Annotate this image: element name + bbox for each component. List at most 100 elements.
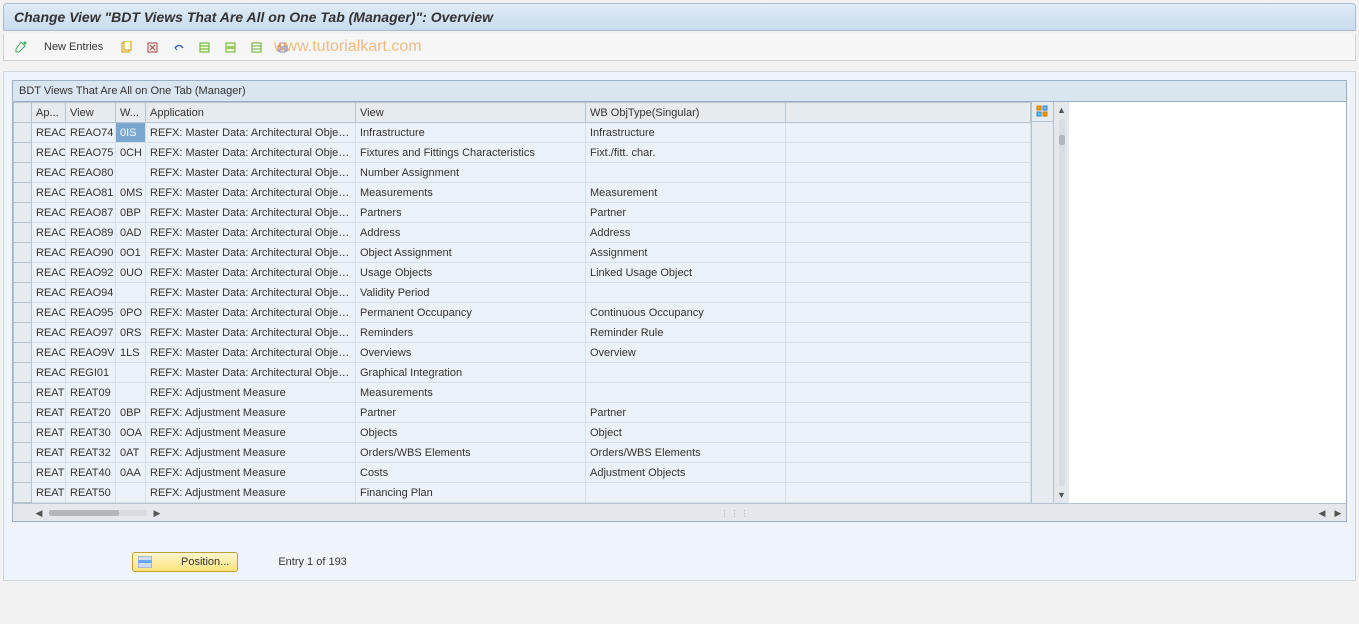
cell-view[interactable]: REGI01 (66, 363, 116, 383)
cell-vw[interactable]: Usage Objects (356, 263, 586, 283)
undo-icon[interactable] (169, 38, 187, 56)
cell-application[interactable]: REFX: Master Data: Architectural Obje… (146, 163, 356, 183)
cell-vw[interactable]: Graphical Integration (356, 363, 586, 383)
cell-application[interactable]: REFX: Adjustment Measure (146, 423, 356, 443)
cell-obj[interactable]: Reminder Rule (586, 323, 786, 343)
cell-ap[interactable]: REAO (32, 243, 66, 263)
hscroll-left-l-icon[interactable]: ◀ (32, 506, 46, 520)
cell-ap[interactable]: REAO (32, 203, 66, 223)
col-view[interactable]: View (66, 103, 116, 123)
cell-ap[interactable]: REAT (32, 383, 66, 403)
cell-ap[interactable]: REAT (32, 443, 66, 463)
cell-application[interactable]: REFX: Adjustment Measure (146, 383, 356, 403)
copy-icon[interactable] (117, 38, 135, 56)
cell-vw[interactable]: Validity Period (356, 283, 586, 303)
table-row[interactable]: REATREAT200BPREFX: Adjustment MeasurePar… (14, 403, 1031, 423)
cell-application[interactable]: REFX: Master Data: Architectural Obje… (146, 363, 356, 383)
cell-vw[interactable]: Permanent Occupancy (356, 303, 586, 323)
cell-view[interactable]: REAO87 (66, 203, 116, 223)
cell-obj[interactable]: Fixt./fitt. char. (586, 143, 786, 163)
cell-view[interactable]: REAO74 (66, 123, 116, 143)
cell-ap[interactable]: REAO (32, 363, 66, 383)
table-row[interactable]: REATREAT320ATREFX: Adjustment MeasureOrd… (14, 443, 1031, 463)
cell-vw[interactable]: Object Assignment (356, 243, 586, 263)
col-obj[interactable]: WB ObjType(Singular) (586, 103, 786, 123)
select-block-icon[interactable] (221, 38, 239, 56)
cell-ap[interactable]: REAT (32, 403, 66, 423)
cell-view[interactable]: REAO80 (66, 163, 116, 183)
row-selector[interactable] (14, 383, 32, 403)
cell-view[interactable]: REAO94 (66, 283, 116, 303)
cell-obj[interactable] (586, 283, 786, 303)
cell-application[interactable]: REFX: Master Data: Architectural Obje… (146, 143, 356, 163)
row-selector[interactable] (14, 223, 32, 243)
row-selector[interactable] (14, 443, 32, 463)
table-row[interactable]: REAOREAO950POREFX: Master Data: Architec… (14, 303, 1031, 323)
cell-ap[interactable]: REAO (32, 143, 66, 163)
cell-view[interactable]: REAO90 (66, 243, 116, 263)
scroll-up-icon[interactable]: ▲ (1055, 103, 1069, 117)
cell-vw[interactable]: Orders/WBS Elements (356, 443, 586, 463)
cell-view[interactable]: REAO89 (66, 223, 116, 243)
cell-obj[interactable]: Orders/WBS Elements (586, 443, 786, 463)
cell-ap[interactable]: REAO (32, 343, 66, 363)
cell-view[interactable]: REAO97 (66, 323, 116, 343)
cell-application[interactable]: REFX: Master Data: Architectural Obje… (146, 343, 356, 363)
data-table[interactable]: Ap... View W... Application View WB ObjT… (13, 102, 1031, 503)
cell-ap[interactable]: REAT (32, 463, 66, 483)
row-selector[interactable] (14, 123, 32, 143)
hscroll-left-r-icon[interactable]: ▶ (150, 506, 164, 520)
table-row[interactable]: REATREAT09REFX: Adjustment MeasureMeasur… (14, 383, 1031, 403)
select-all-icon[interactable] (195, 38, 213, 56)
cell-w[interactable]: 0CH (116, 143, 146, 163)
cell-obj[interactable] (586, 383, 786, 403)
cell-w[interactable] (116, 163, 146, 183)
table-row[interactable]: REAOREAO740ISREFX: Master Data: Architec… (14, 123, 1031, 143)
row-selector[interactable] (14, 243, 32, 263)
cell-view[interactable]: REAO92 (66, 263, 116, 283)
cell-w[interactable]: 0BP (116, 203, 146, 223)
cell-w[interactable]: 0OA (116, 423, 146, 443)
cell-application[interactable]: REFX: Master Data: Architectural Obje… (146, 243, 356, 263)
cell-ap[interactable]: REAO (32, 163, 66, 183)
position-button[interactable]: Position... (132, 552, 238, 572)
cell-obj[interactable] (586, 363, 786, 383)
cell-w[interactable]: 0UO (116, 263, 146, 283)
col-select[interactable] (14, 103, 32, 123)
cell-w[interactable]: 0BP (116, 403, 146, 423)
cell-application[interactable]: REFX: Master Data: Architectural Obje… (146, 123, 356, 143)
row-selector[interactable] (14, 143, 32, 163)
table-row[interactable]: REAOREAO810MSREFX: Master Data: Architec… (14, 183, 1031, 203)
cell-w[interactable]: 0PO (116, 303, 146, 323)
cell-ap[interactable]: REAO (32, 283, 66, 303)
cell-application[interactable]: REFX: Adjustment Measure (146, 443, 356, 463)
cell-w[interactable]: 0AA (116, 463, 146, 483)
cell-w[interactable]: 0AT (116, 443, 146, 463)
cell-obj[interactable]: Adjustment Objects (586, 463, 786, 483)
cell-view[interactable]: REAT40 (66, 463, 116, 483)
cell-w[interactable] (116, 483, 146, 503)
row-selector[interactable] (14, 263, 32, 283)
cell-vw[interactable]: Address (356, 223, 586, 243)
cell-obj[interactable]: Linked Usage Object (586, 263, 786, 283)
cell-ap[interactable]: REAT (32, 423, 66, 443)
table-row[interactable]: REAOREAO890ADREFX: Master Data: Architec… (14, 223, 1031, 243)
table-row[interactable]: REAOREAO870BPREFX: Master Data: Architec… (14, 203, 1031, 223)
cell-vw[interactable]: Objects (356, 423, 586, 443)
cell-obj[interactable]: Assignment (586, 243, 786, 263)
cell-vw[interactable]: Measurements (356, 183, 586, 203)
row-selector[interactable] (14, 303, 32, 323)
cell-obj[interactable]: Partner (586, 403, 786, 423)
cell-vw[interactable]: Financing Plan (356, 483, 586, 503)
cell-w[interactable] (116, 363, 146, 383)
cell-obj[interactable]: Address (586, 223, 786, 243)
delete-icon[interactable] (143, 38, 161, 56)
configure-icon[interactable] (1032, 102, 1053, 122)
cell-obj[interactable]: Overview (586, 343, 786, 363)
table-row[interactable]: REAOREAO80 REFX: Master Data: Architectur… (14, 163, 1031, 183)
cell-vw[interactable]: Reminders (356, 323, 586, 343)
display-change-icon[interactable] (12, 38, 30, 56)
horizontal-scrollbar[interactable]: ◀ ▶ ⋮⋮⋮ ◀ ▶ (13, 503, 1346, 521)
cell-obj[interactable]: Measurement (586, 183, 786, 203)
cell-obj[interactable]: Infrastructure (586, 123, 786, 143)
